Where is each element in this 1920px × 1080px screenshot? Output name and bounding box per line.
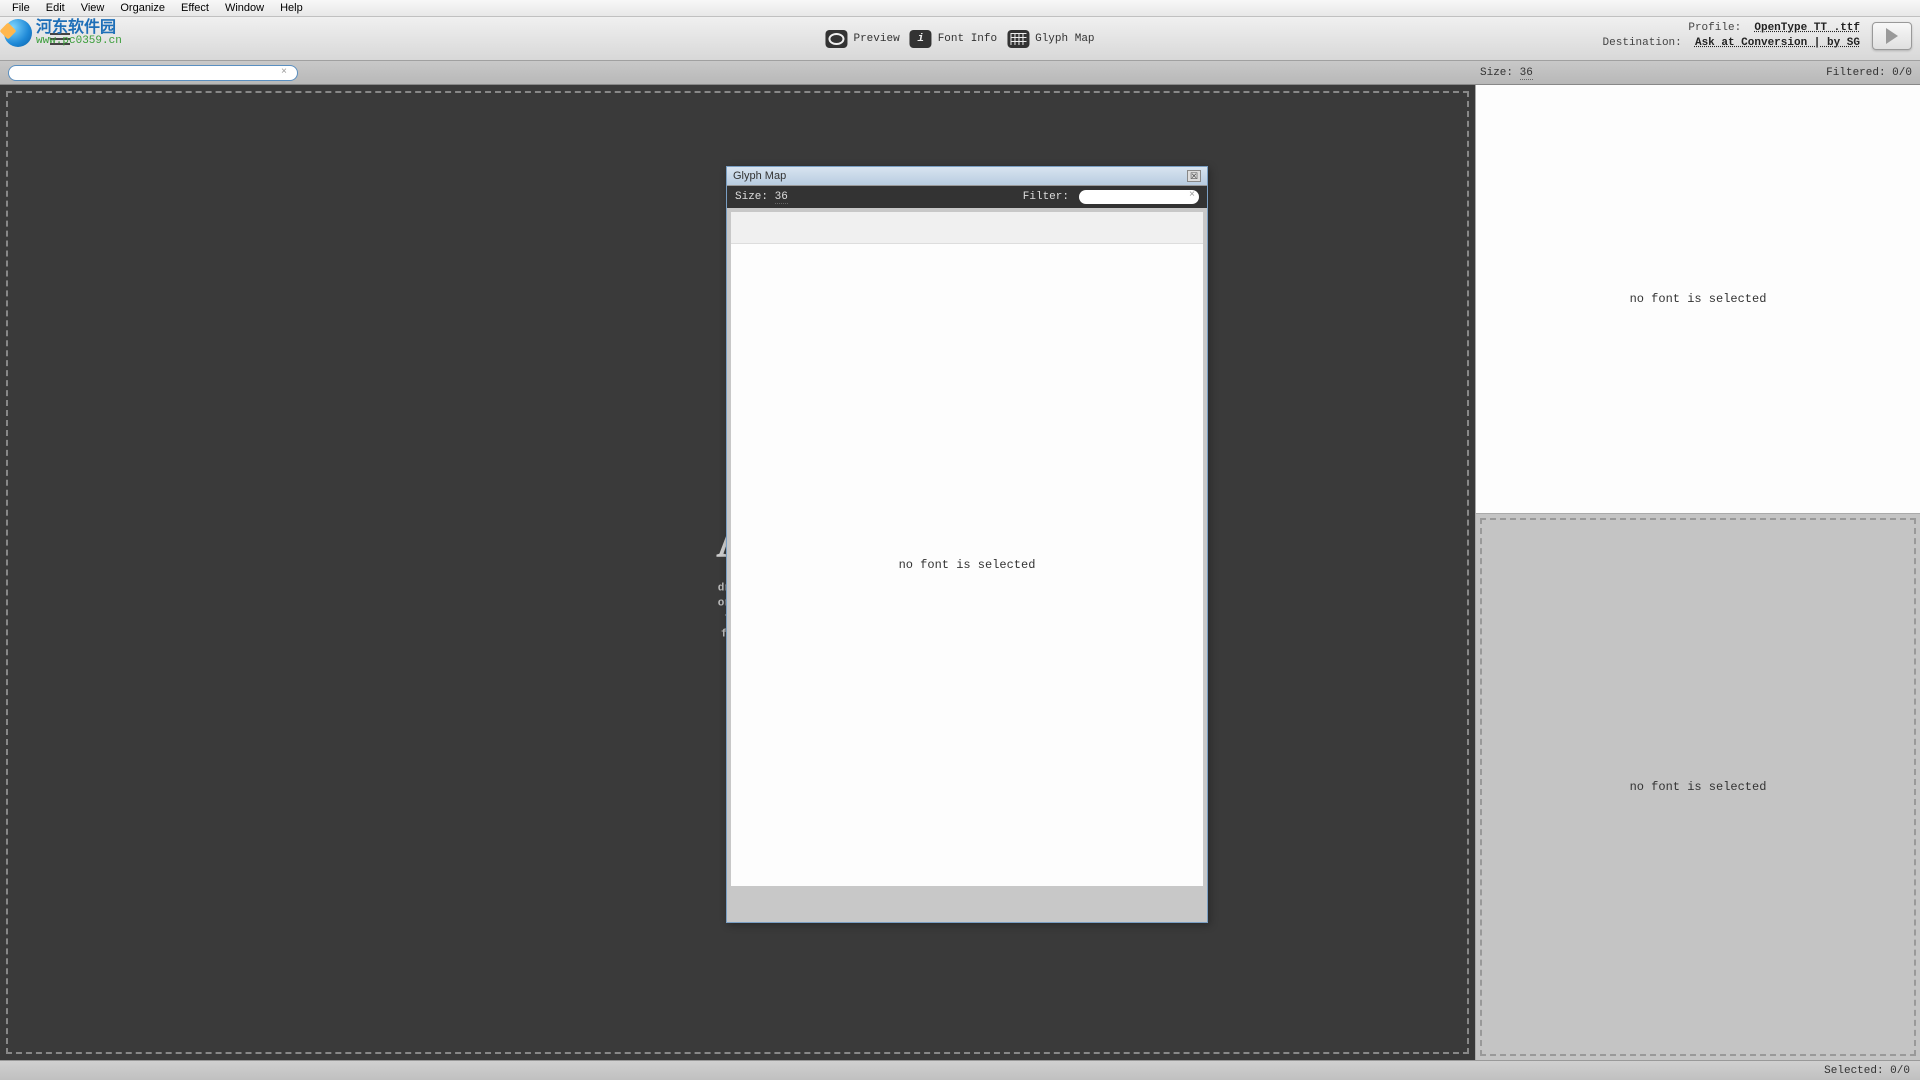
selected-count: Selected: 0/0: [1824, 1065, 1910, 1077]
preview-panel-bottom[interactable]: no font is selected: [1475, 513, 1920, 1060]
size-label: Size:: [1480, 67, 1513, 79]
right-column: no font is selected no font is selected: [1475, 85, 1920, 1060]
search-input[interactable]: ×: [8, 65, 298, 81]
menu-help[interactable]: Help: [272, 0, 311, 16]
glyphmap-button[interactable]: Glyph Map: [1007, 30, 1094, 48]
menu-window[interactable]: Window: [217, 0, 272, 16]
eye-icon: [825, 30, 847, 48]
glyphmap-no-font: no font is selected: [899, 558, 1036, 572]
no-font-bottom: no font is selected: [1630, 780, 1767, 794]
glyphmap-filter-clear-icon[interactable]: ×: [1189, 190, 1195, 201]
destination-label: Destination:: [1603, 37, 1682, 49]
glyphmap-body: no font is selected: [731, 212, 1203, 886]
logo-text-url: www.pc0359.cn: [36, 36, 122, 47]
glyphmap-close-button[interactable]: ☒: [1187, 170, 1201, 182]
clear-search-icon[interactable]: ×: [281, 67, 293, 79]
menu-file[interactable]: File: [4, 0, 38, 16]
glyphmap-size-value[interactable]: 36: [775, 191, 788, 204]
convert-button[interactable]: [1872, 22, 1912, 50]
fontinfo-label: Font Info: [938, 33, 997, 45]
profile-info: Profile: OpenType TT .ttf Destination: A…: [1603, 21, 1860, 52]
glyphmap-toolbar: Size: 36 Filter: ×: [727, 186, 1207, 208]
status-bar: Selected: 0/0: [0, 1060, 1920, 1080]
size-value[interactable]: 36: [1520, 67, 1533, 80]
menu-organize[interactable]: Organize: [112, 0, 173, 16]
glyphmap-title-text: Glyph Map: [733, 170, 786, 182]
glyphmap-filter-input[interactable]: [1079, 190, 1199, 204]
profile-value[interactable]: OpenType TT .ttf: [1754, 22, 1860, 34]
preview-button[interactable]: Preview: [825, 30, 899, 48]
menu-effect[interactable]: Effect: [173, 0, 217, 16]
glyphmap-footer: [727, 890, 1207, 922]
glyphmap-window[interactable]: Glyph Map ☒ Size: 36 Filter: × no font i…: [726, 166, 1208, 923]
filtered-count: Filtered: 0/0: [1826, 67, 1912, 79]
grid-icon: [1007, 30, 1029, 48]
info-icon: i: [910, 30, 932, 48]
watermark-logo: 河东软件园 www.pc0359.cn: [4, 19, 122, 47]
menu-edit[interactable]: Edit: [38, 0, 73, 16]
preview-label: Preview: [853, 33, 899, 45]
glyphmap-titlebar[interactable]: Glyph Map ☒: [727, 167, 1207, 186]
filter-bar: × Filtered: 0/0 Size: 36: [0, 61, 1920, 85]
no-font-top: no font is selected: [1630, 292, 1767, 306]
menu-view[interactable]: View: [73, 0, 113, 16]
toolbar: 河东软件园 www.pc0359.cn Preview i Font Info …: [0, 17, 1920, 61]
glyphmap-size-label: Size:: [735, 191, 768, 203]
logo-icon: [4, 19, 32, 47]
menu-bar: File Edit View Organize Effect Window He…: [0, 0, 1920, 17]
profile-label: Profile:: [1688, 22, 1741, 34]
fontinfo-button[interactable]: i Font Info: [910, 30, 997, 48]
destination-value[interactable]: Ask at Conversion | by SG: [1695, 37, 1860, 49]
toolbar-right: Profile: OpenType TT .ttf Destination: A…: [1603, 21, 1912, 52]
preview-panel-top: no font is selected: [1475, 85, 1920, 513]
glyphmap-label: Glyph Map: [1035, 33, 1094, 45]
glyphmap-filter-label: Filter:: [1023, 191, 1069, 203]
glyphmap-header-strip: [731, 212, 1203, 244]
logo-text-cn: 河东软件园: [36, 20, 122, 36]
toolbar-center: Preview i Font Info Glyph Map: [825, 30, 1094, 48]
